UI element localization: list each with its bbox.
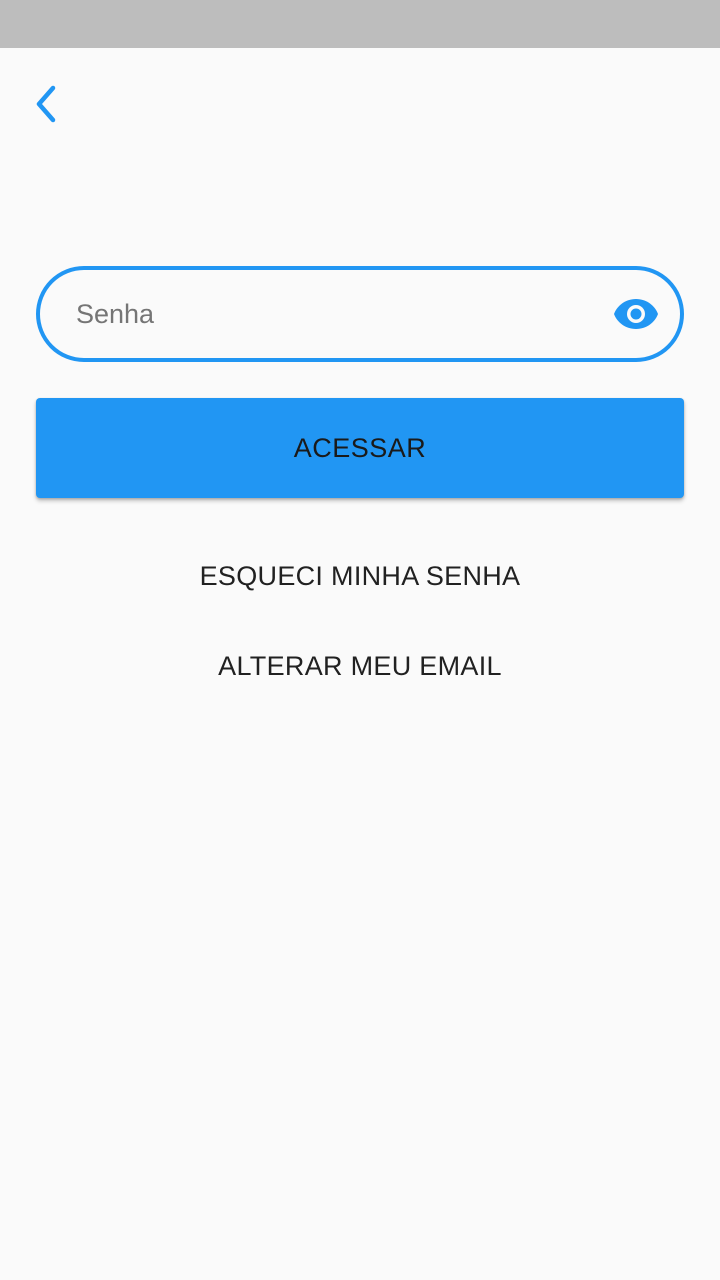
password-field[interactable] [36, 266, 684, 362]
eye-icon [614, 299, 658, 329]
chevron-left-icon [36, 85, 56, 123]
password-input[interactable] [76, 270, 616, 358]
change-email-button[interactable]: ALTERAR MEU EMAIL [0, 636, 720, 696]
forgot-password-button[interactable]: ESQUECI MINHA SENHA [0, 546, 720, 606]
status-bar [0, 0, 720, 48]
access-button[interactable]: ACESSAR [36, 398, 684, 498]
back-button[interactable] [20, 78, 72, 130]
password-visibility-toggle[interactable] [610, 290, 662, 338]
